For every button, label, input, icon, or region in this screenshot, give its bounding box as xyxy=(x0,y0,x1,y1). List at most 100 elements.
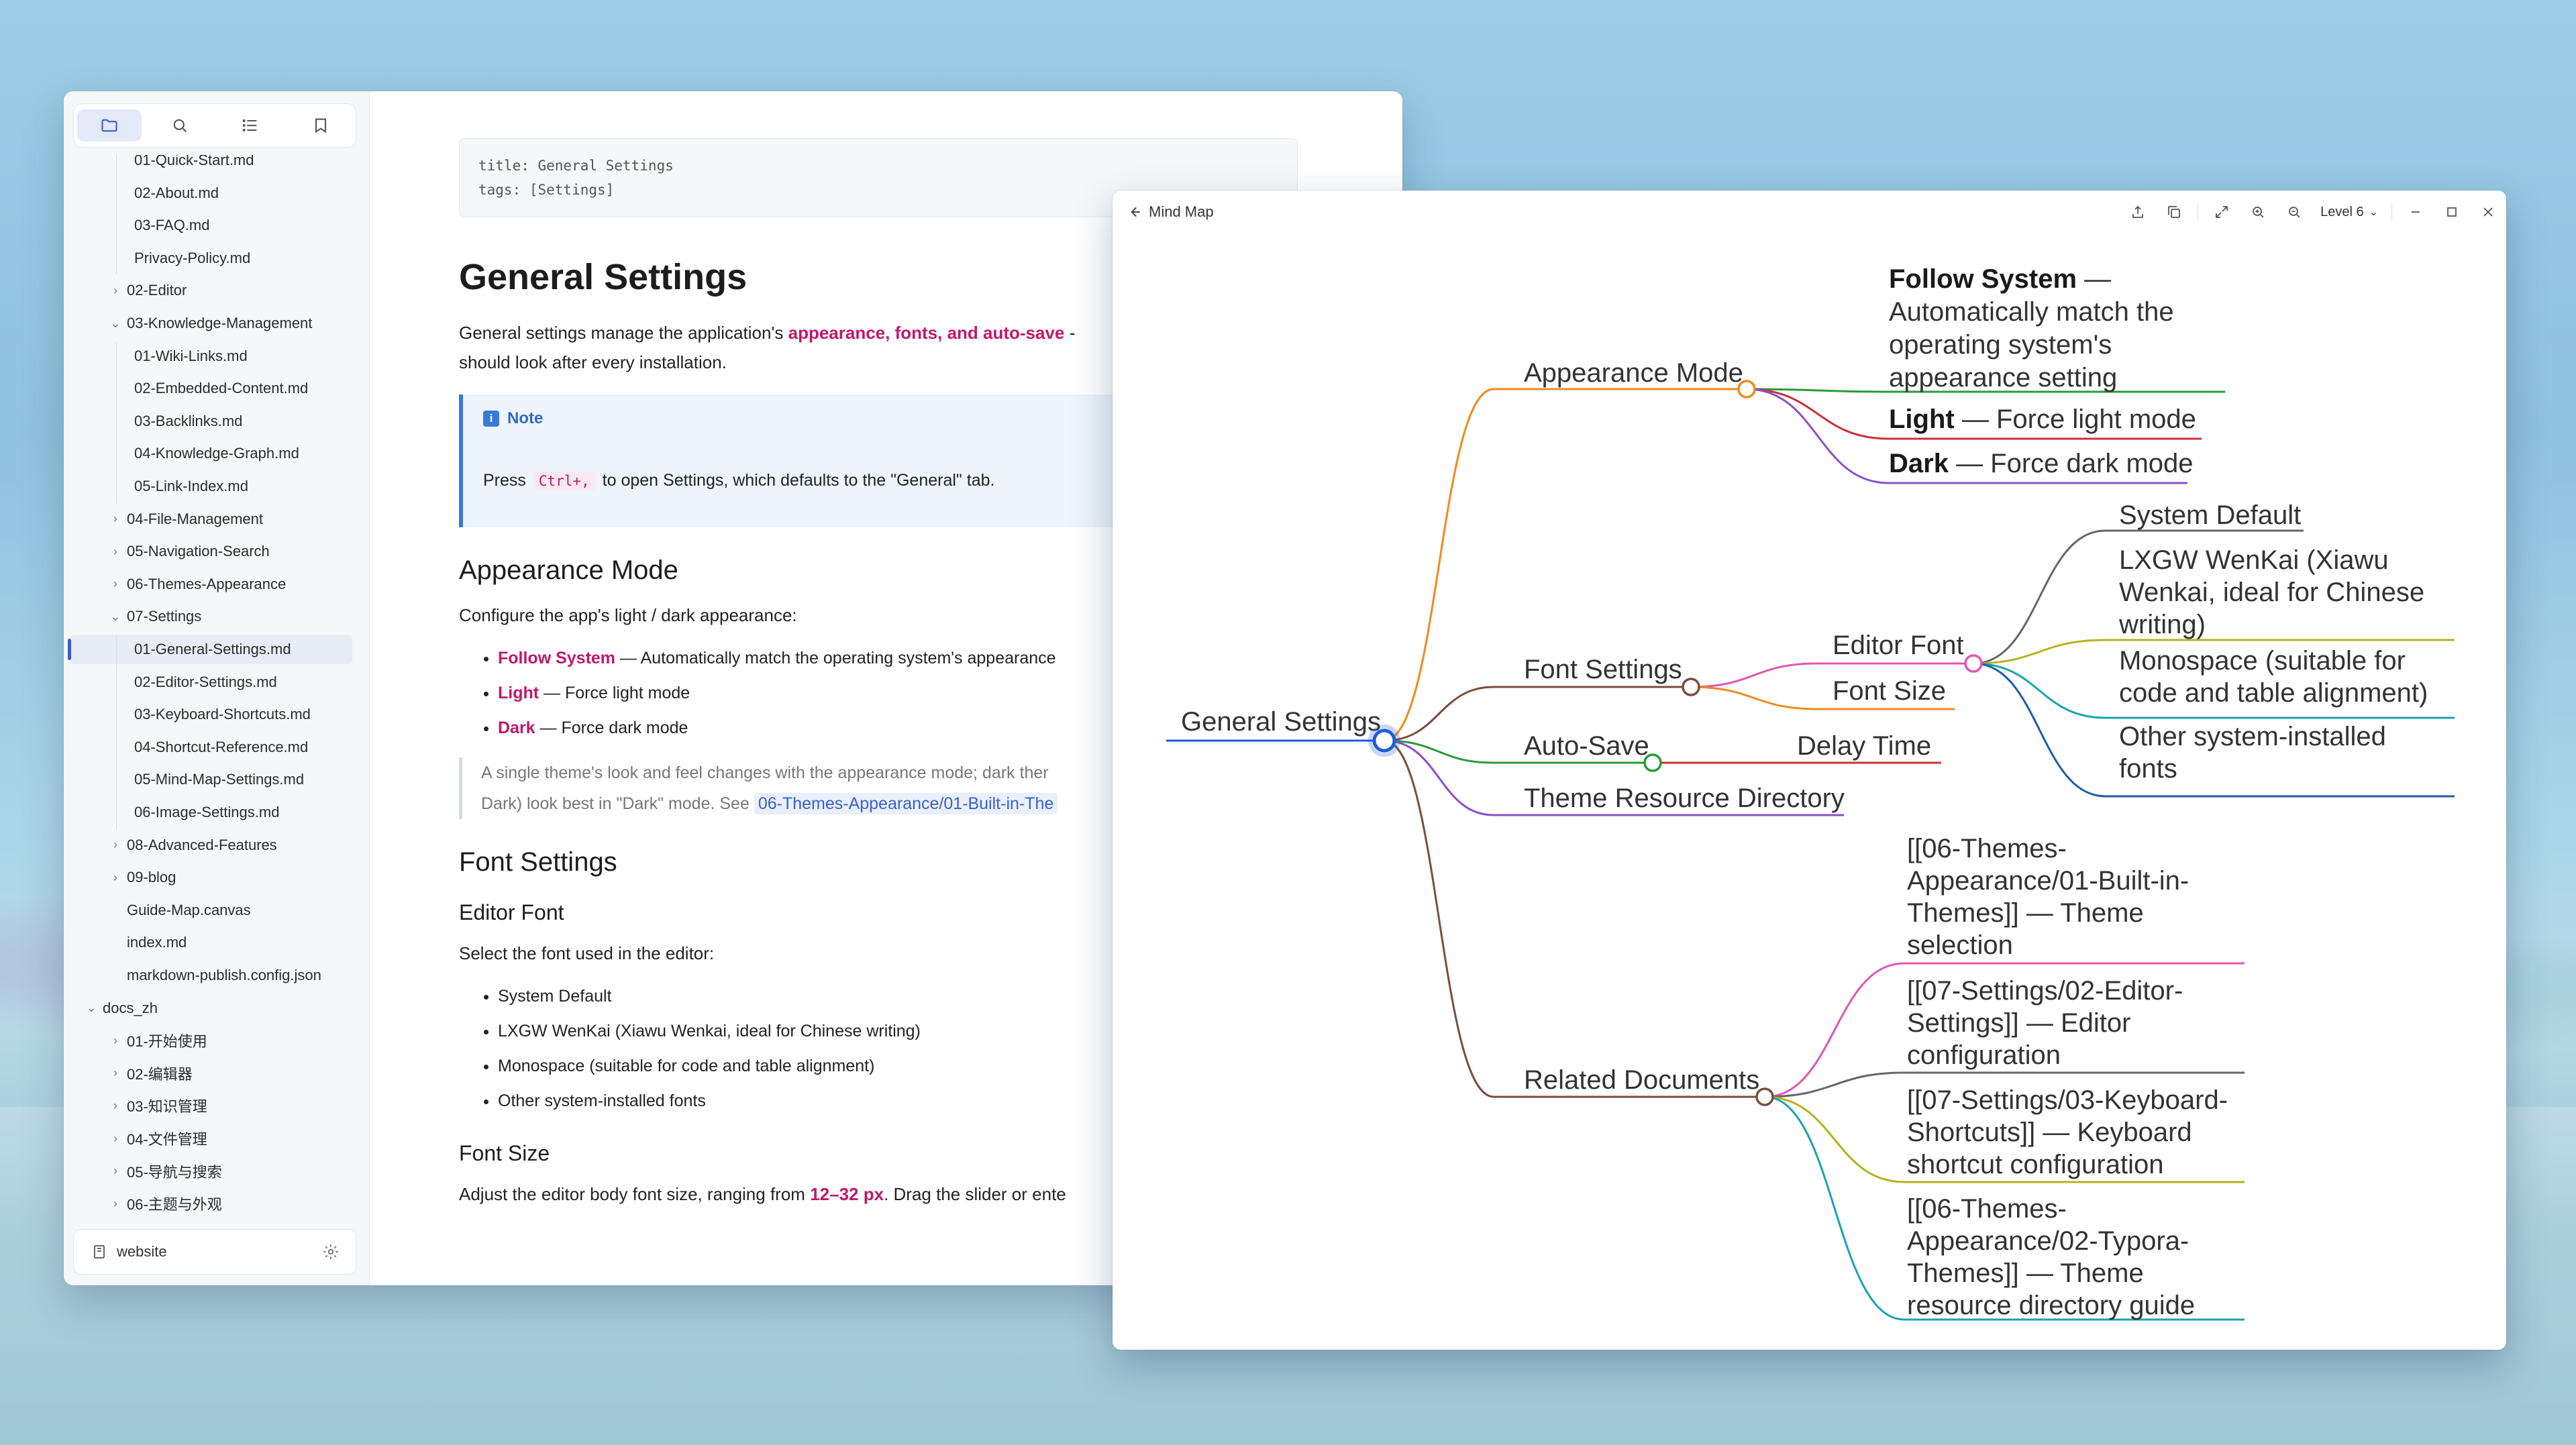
maximize-button[interactable] xyxy=(2434,197,2470,227)
tree-folder[interactable]: › 04-文件管理 xyxy=(70,1124,352,1153)
node-related-doc[interactable]: Appearance/01-Built-in- xyxy=(1907,866,2189,896)
root-node-label[interactable]: General Settings xyxy=(1181,707,1381,737)
node-collapse-toggle[interactable] xyxy=(1755,1087,1774,1106)
chevron-right-icon[interactable]: › xyxy=(108,1164,123,1179)
tree-folder[interactable]: ⌄ 03-Knowledge-Management xyxy=(70,309,352,338)
zoom-out-button[interactable] xyxy=(2276,197,2312,227)
tree-file[interactable]: 03-Backlinks.md xyxy=(70,407,352,436)
node-collapse-toggle[interactable] xyxy=(1682,678,1700,696)
node-related-doc[interactable]: resource directory guide xyxy=(1907,1291,2195,1320)
node-related-doc[interactable]: [[06-Themes- xyxy=(1907,1194,2067,1224)
chevron-right-icon[interactable]: › xyxy=(108,1196,123,1211)
chevron-right-icon[interactable]: › xyxy=(108,512,123,527)
node-related-doc[interactable]: Themes]] — Theme xyxy=(1907,1259,2144,1288)
chevron-down-icon[interactable]: ⌄ xyxy=(108,316,123,331)
node-font-option[interactable]: fonts xyxy=(2119,754,2177,784)
outline-tab[interactable] xyxy=(218,109,282,142)
node-font-option[interactable]: writing) xyxy=(2118,610,2206,639)
node-follow-system[interactable]: Follow System — xyxy=(1889,264,2111,294)
tree-file[interactable]: 04-Shortcut-Reference.md xyxy=(70,733,352,762)
node-related-doc[interactable]: configuration xyxy=(1907,1040,2061,1070)
tree-folder[interactable]: › 02-编辑器 xyxy=(70,1059,352,1088)
node-font-size[interactable]: Font Size xyxy=(1833,676,1946,706)
tree-folder[interactable]: › 09-blog xyxy=(70,863,352,892)
node-collapse-toggle[interactable] xyxy=(1964,654,1983,673)
node-dark[interactable]: Dark — Force dark mode xyxy=(1889,449,2194,478)
search-tab[interactable] xyxy=(148,109,212,142)
node-related-doc[interactable]: Appearance/02-Typora- xyxy=(1907,1226,2189,1256)
tree-folder[interactable]: › 05-导航与搜索 xyxy=(70,1157,352,1186)
node-appearance-mode[interactable]: Appearance Mode xyxy=(1524,358,1743,388)
node-font-settings[interactable]: Font Settings xyxy=(1524,655,1682,684)
tree-folder[interactable]: ⌄ 07-Settings xyxy=(70,602,352,631)
root-node-toggle[interactable] xyxy=(1372,729,1396,753)
chevron-right-icon[interactable]: › xyxy=(108,1131,123,1146)
chevron-right-icon[interactable]: › xyxy=(108,870,123,885)
close-button[interactable] xyxy=(2470,197,2506,227)
workspace-switcher[interactable]: website xyxy=(73,1229,356,1275)
tree-file[interactable]: markdown-publish.config.json xyxy=(70,961,352,990)
node-theme-resource-directory[interactable]: Theme Resource Directory xyxy=(1524,784,1845,813)
chevron-right-icon[interactable]: › xyxy=(108,1098,123,1113)
node-related-documents[interactable]: Related Documents xyxy=(1524,1065,1759,1095)
node-follow-system-line[interactable]: Automatically match the xyxy=(1889,297,2174,327)
node-related-doc[interactable]: Themes]] — Theme xyxy=(1907,898,2144,928)
tree-file[interactable]: 01-General-Settings.md xyxy=(68,635,352,664)
tree-folder[interactable]: › 06-Themes-Appearance xyxy=(70,570,352,599)
bookmarks-tab[interactable] xyxy=(289,109,353,142)
zoom-in-button[interactable] xyxy=(2240,197,2276,227)
tree-folder[interactable]: ⌄ docs_zh xyxy=(70,994,352,1023)
gear-icon[interactable] xyxy=(322,1243,340,1261)
node-font-option[interactable]: Wenkai, ideal for Chinese xyxy=(2119,578,2424,607)
tree-file[interactable]: index.md xyxy=(70,928,352,957)
node-follow-system-line[interactable]: operating system's xyxy=(1889,330,2112,360)
tree-file[interactable]: 02-Editor-Settings.md xyxy=(70,667,352,697)
node-collapse-toggle[interactable] xyxy=(1737,380,1756,398)
chevron-right-icon[interactable]: › xyxy=(108,838,123,853)
node-font-option[interactable]: code and table alignment) xyxy=(2119,678,2428,708)
tree-folder[interactable]: › 04-File-Management xyxy=(70,504,352,534)
level-dropdown[interactable]: Level 6 ⌄ xyxy=(2312,205,2386,220)
wiki-link[interactable]: 06-Themes-Appearance/01-Built-in-The xyxy=(754,793,1058,814)
tree-file[interactable]: Guide-Map.canvas xyxy=(70,896,352,925)
files-tab[interactable] xyxy=(76,109,142,142)
node-related-doc[interactable]: [[07-Settings/02-Editor- xyxy=(1907,976,2183,1006)
node-related-doc[interactable]: Settings]] — Editor xyxy=(1907,1008,2130,1038)
chevron-right-icon[interactable]: › xyxy=(108,1066,123,1081)
tree-folder[interactable]: › 08-Advanced-Features xyxy=(70,831,352,860)
tree-folder[interactable]: › 01-开始使用 xyxy=(70,1026,352,1055)
node-related-doc[interactable]: [[07-Settings/03-Keyboard- xyxy=(1907,1085,2228,1115)
node-font-option[interactable]: LXGW WenKai (Xiawu xyxy=(2119,545,2389,575)
node-related-doc[interactable]: [[06-Themes- xyxy=(1907,834,2067,863)
node-related-doc[interactable]: selection xyxy=(1907,930,2013,960)
tree-file[interactable]: 06-Image-Settings.md xyxy=(70,798,352,827)
chevron-right-icon[interactable]: › xyxy=(108,1033,123,1048)
node-auto-save[interactable]: Auto-Save xyxy=(1524,731,1649,761)
tree-folder[interactable]: › 02-Editor xyxy=(70,276,352,305)
export-button[interactable] xyxy=(2120,197,2156,227)
minimize-button[interactable] xyxy=(2398,197,2434,227)
node-font-option[interactable]: Other system-installed xyxy=(2119,722,2386,751)
tree-folder[interactable]: › 06-主题与外观 xyxy=(70,1189,352,1218)
node-collapse-toggle[interactable] xyxy=(1643,753,1662,772)
mind-map-canvas[interactable]: General Settings Appearance Mode Follow Sy… xyxy=(1113,191,2506,1350)
tree-file[interactable]: 01-Wiki-Links.md xyxy=(70,341,352,371)
fit-view-button[interactable] xyxy=(2204,197,2240,227)
tree-file[interactable]: 03-Keyboard-Shortcuts.md xyxy=(70,700,352,729)
node-font-option[interactable]: System Default xyxy=(2119,500,2301,530)
node-editor-font[interactable]: Editor Font xyxy=(1833,631,1964,660)
chevron-down-icon[interactable]: ⌄ xyxy=(84,1001,99,1016)
tree-file[interactable]: 02-Embedded-Content.md xyxy=(70,374,352,403)
tree-file[interactable]: 03-FAQ.md xyxy=(70,211,352,240)
tree-file[interactable]: 04-Knowledge-Graph.md xyxy=(70,439,352,468)
node-font-option[interactable]: Monospace (suitable for xyxy=(2119,646,2406,676)
tree-file[interactable]: 05-Link-Index.md xyxy=(70,472,352,501)
node-related-doc[interactable]: shortcut configuration xyxy=(1907,1150,2163,1179)
chevron-right-icon[interactable]: › xyxy=(108,283,123,298)
chevron-right-icon[interactable]: › xyxy=(108,544,123,559)
chevron-right-icon[interactable]: › xyxy=(108,577,123,592)
tree-file[interactable]: 02-About.md xyxy=(70,178,352,208)
node-follow-system-line[interactable]: appearance setting xyxy=(1889,363,2117,392)
copy-button[interactable] xyxy=(2156,197,2192,227)
tree-file[interactable]: 05-Mind-Map-Settings.md xyxy=(70,765,352,794)
